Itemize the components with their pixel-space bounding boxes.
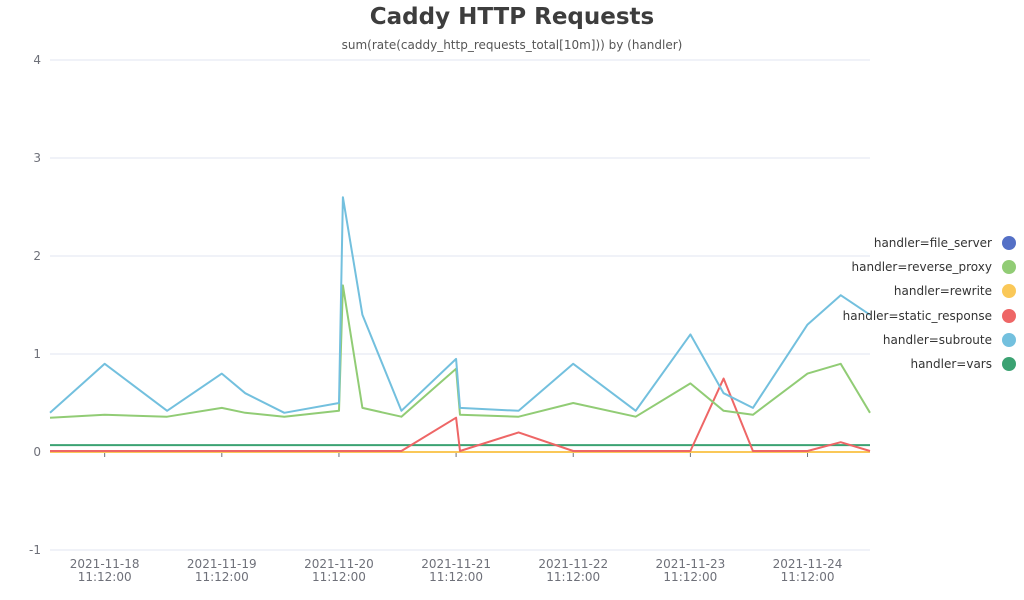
series-line-subroute[interactable] — [49, 196, 871, 414]
x-tick-date: 2021-11-23 — [656, 557, 726, 571]
x-tick-time: 11:12:00 — [429, 570, 483, 584]
x-tick-date: 2021-11-24 — [773, 557, 843, 571]
y-tick-label: 0 — [33, 445, 41, 459]
x-tick-time: 11:12:00 — [546, 570, 600, 584]
x-tick-date: 2021-11-20 — [304, 557, 374, 571]
legend-marker-icon — [1002, 332, 1016, 347]
legend-label: handler=rewrite — [893, 284, 992, 299]
x-tick-date: 2021-11-21 — [421, 557, 491, 571]
legend-item[interactable]: handler=reverse_proxy — [843, 255, 1016, 279]
y-tick-label: 4 — [33, 53, 41, 67]
legend-item[interactable]: handler=static_response — [843, 304, 1016, 328]
legend-item[interactable]: handler=rewrite — [843, 279, 1016, 303]
y-tick-label: 1 — [33, 347, 41, 361]
legend-label: handler=vars — [910, 357, 992, 372]
legend-marker-icon — [1002, 284, 1016, 299]
legend-marker-icon — [1002, 308, 1016, 323]
legend-marker-icon — [1002, 260, 1016, 275]
legend-item[interactable]: handler=file_server — [843, 231, 1016, 255]
legend-label: handler=static_response — [842, 308, 992, 323]
legend: handler=file_server handler=reverse_proxy… — [843, 231, 1016, 376]
legend-label: handler=subroute — [882, 332, 992, 347]
x-tick-date: 2021-11-18 — [70, 557, 140, 571]
x-tick-date: 2021-11-19 — [187, 557, 257, 571]
y-tick-label: 3 — [33, 151, 41, 165]
legend-marker-icon — [1002, 236, 1016, 251]
x-tick-date: 2021-11-22 — [538, 557, 608, 571]
x-tick-time: 11:12:00 — [312, 570, 366, 584]
legend-marker-icon — [1002, 357, 1016, 372]
legend-label: handler=file_server — [873, 236, 992, 251]
legend-item[interactable]: handler=subroute — [843, 328, 1016, 352]
y-tick-label: 2 — [33, 249, 41, 263]
x-tick-time: 11:12:00 — [78, 570, 132, 584]
y-tick-label: -1 — [29, 543, 41, 557]
legend-label: handler=reverse_proxy — [851, 260, 992, 275]
legend-item[interactable]: handler=vars — [843, 352, 1016, 376]
x-tick-time: 11:12:00 — [195, 570, 249, 584]
x-tick-time: 11:12:00 — [663, 570, 717, 584]
x-tick-time: 11:12:00 — [781, 570, 835, 584]
